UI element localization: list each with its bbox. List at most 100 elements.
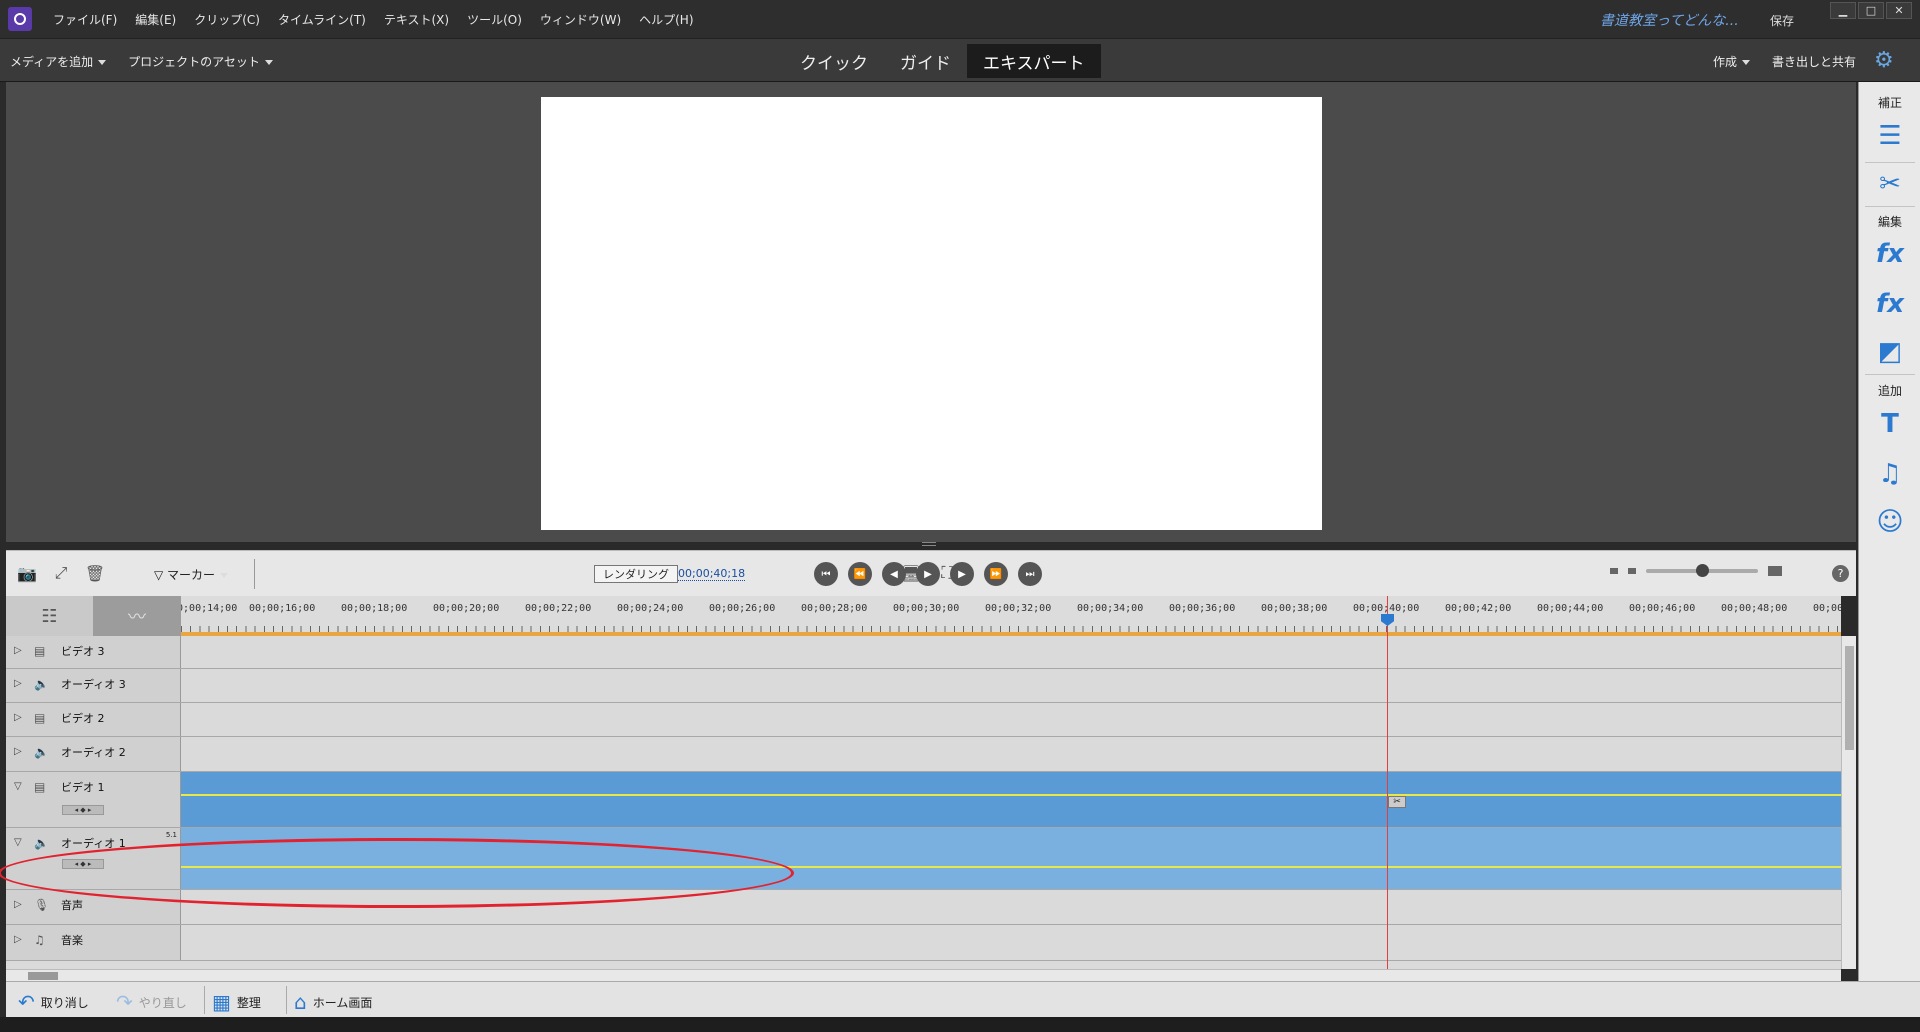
tools-icon[interactable]: ✂ [1874,168,1906,200]
channel-badge: 5.1 [165,831,177,839]
film-icon: ▤ [34,780,46,794]
graphics-icon[interactable]: ☺ [1874,506,1906,538]
zoom-in-icon[interactable] [1768,566,1782,576]
titles-icon[interactable]: T [1874,408,1906,440]
zoom-slider[interactable] [1646,564,1758,577]
video-preview[interactable] [541,97,1322,530]
track-video-1: ▽ ▤ ビデオ 1 ◂ ◆ ▸ [6,772,1841,828]
collapse-icon[interactable]: ▽ [14,781,22,792]
film-icon: ▤ [34,644,46,658]
applied-effects-icon[interactable]: fx [1874,238,1906,270]
playhead-line[interactable] [1387,596,1388,969]
track-lane[interactable] [181,737,1841,771]
expand-icon[interactable]: ▷ [14,746,22,757]
gear-icon[interactable]: ⚙ [1874,48,1894,73]
project-assets-dropdown[interactable]: プロジェクトのアセット [128,53,273,70]
timecode-display[interactable]: 00;00;40;18 [678,567,746,581]
expand-icon[interactable]: ▷ [14,678,22,689]
tab-guided[interactable]: ガイド [884,44,967,78]
ruler-label: 00;00;26;00 [709,603,776,614]
timeline-tracks: ▷ ▤ ビデオ 3 ▷ 🔈 オーディオ 3 ▷ ▤ ビデオ 2 ▷ 🔈 オーディオ 2 ▽ ▤ ビデ… [6,636,1841,969]
add-media-dropdown[interactable]: メディアを追加 [10,53,106,70]
audio-mixer-icon[interactable]: 〰 [93,596,181,636]
scissor-icon[interactable]: ✂ [1388,796,1406,808]
effects-icon[interactable]: fx [1874,288,1906,320]
menu-clip[interactable]: クリップ(C) [185,11,269,28]
vertical-scrollbar[interactable] [1841,636,1856,969]
time-ruler[interactable]: 00;00;14;00 00;00;16;00 00;00;18;00 00;00;2… [181,596,1841,636]
bottom-bar: ↶ 取り消し ↷ やり直し ▦ 整理 ⌂ ホーム画面 [6,981,1920,1017]
expand-icon[interactable]: ▷ [14,712,22,723]
window-controls: ▁ □ ✕ [1830,2,1912,19]
camera-icon[interactable]: 📷 [16,563,38,583]
track-lane[interactable] [181,703,1841,736]
redo-button[interactable]: ↷ やり直し [116,990,187,1014]
help-icon[interactable]: ? [1832,565,1849,582]
save-button[interactable]: 保存 [1770,12,1794,29]
expand-icon[interactable]: ▷ [14,899,22,910]
track-lane[interactable] [181,772,1841,827]
maximize-icon[interactable]: □ [1858,2,1884,19]
monitor-settings-icon[interactable]: 🖥 [900,563,922,583]
export-share-button[interactable]: 書き出しと共有 [1772,53,1856,70]
redo-icon: ↷ [116,990,133,1014]
music-icon[interactable]: ♫ [1874,458,1906,490]
video-clip[interactable] [181,772,1841,827]
ruler-label: 00;00;32;00 [985,603,1052,614]
track-view-icon[interactable]: ☷ [6,596,93,636]
close-icon[interactable]: ✕ [1886,2,1912,19]
render-button[interactable]: レンダリング [594,565,678,583]
fullscreen-icon[interactable]: ⛶ [936,563,958,583]
music-note-icon: ♫ [34,933,45,947]
trash-icon[interactable]: 🗑 [84,563,106,583]
menu-edit[interactable]: 編集(E) [126,11,185,28]
document-title: 書道教室ってどんな... [1600,13,1739,29]
track-label: 音楽 [61,934,83,947]
menu-window[interactable]: ウィンドウ(W) [531,11,630,28]
tab-quick[interactable]: クイック [784,44,884,78]
marker-dropdown[interactable]: ▽ マーカー [154,566,228,583]
menu-text[interactable]: テキスト(X) [375,11,458,28]
undo-icon: ↶ [18,990,35,1014]
horizontal-scrollbar[interactable] [6,969,1841,981]
action-panel: 補正 ☰ ✂ 編集 fx fx ◩ 追加 T ♫ ☺ [1858,82,1920,982]
undo-button[interactable]: ↶ 取り消し [18,990,89,1014]
home-button[interactable]: ⌂ ホーム画面 [294,990,372,1014]
menu-file[interactable]: ファイル(F) [44,11,126,28]
go-to-start-icon[interactable]: ⏮ [814,562,838,586]
app-window: ファイル(F) 編集(E) クリップ(C) タイムライン(T) テキスト(X) … [0,0,1920,1032]
track-video-2: ▷ ▤ ビデオ 2 [6,703,1841,737]
collapse-icon[interactable]: ▽ [14,837,22,848]
tab-expert[interactable]: エキスパート [967,44,1101,78]
expand-icon[interactable]: ▷ [14,645,22,656]
home-icon: ⌂ [294,990,307,1014]
track-lane[interactable] [181,925,1841,960]
menu-timeline[interactable]: タイムライン(T) [269,11,375,28]
expand-icon[interactable]: ▷ [14,934,22,945]
fast-forward-icon[interactable]: ⏩ [984,562,1008,586]
track-lane[interactable] [181,669,1841,702]
rewind-icon[interactable]: ⏪ [848,562,872,586]
create-dropdown[interactable]: 作成 [1713,53,1750,70]
opacity-line[interactable] [181,794,1841,796]
ruler-label: 00;00;48;00 [1721,603,1788,614]
resize-icon[interactable]: ⤢ [50,563,72,583]
menu-tools[interactable]: ツール(O) [458,11,531,28]
mode-bar: メディアを追加 プロジェクトのアセット クイック ガイド エキスパート 作成 書… [0,38,1920,82]
zoom-fit-icon[interactable] [1628,568,1636,574]
organizer-button[interactable]: ▦ 整理 [212,990,261,1014]
go-to-end-icon[interactable]: ⏭ [1018,562,1042,586]
track-lane[interactable] [181,636,1841,668]
menu-help[interactable]: ヘルプ(H) [630,11,702,28]
keyframe-controls[interactable]: ◂ ◆ ▸ [62,805,104,815]
panel-resize-handle[interactable] [922,542,936,546]
transitions-icon[interactable]: ◩ [1874,336,1906,368]
minimize-icon[interactable]: ▁ [1830,2,1856,19]
zoom-out-icon[interactable] [1610,568,1618,574]
ruler-label: 00;00;36;00 [1169,603,1236,614]
transport-controls: ⏮ ⏪ ◀ ▶ ▶ ⏩ ⏭ [814,562,1042,586]
track-video-3: ▷ ▤ ビデオ 3 [6,636,1841,669]
adjust-sliders-icon[interactable]: ☰ [1874,120,1906,152]
ruler-label: 00;00;28;00 [801,603,868,614]
title-bar: ファイル(F) 編集(E) クリップ(C) タイムライン(T) テキスト(X) … [0,0,1920,38]
